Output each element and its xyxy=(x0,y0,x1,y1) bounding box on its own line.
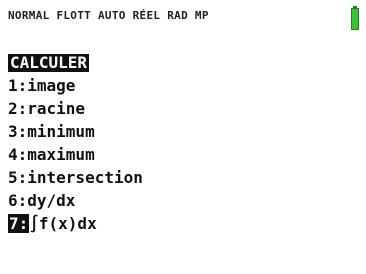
menu-item-label: dy/dx xyxy=(27,191,76,210)
calculate-menu: CALCULER 1:image 2:racine 3:minimum 4:ma… xyxy=(8,53,143,235)
menu-item-label: minimum xyxy=(27,122,95,141)
status-bar: NORMAL FLOTT AUTO RÉEL RAD MP xyxy=(0,0,366,40)
menu-item-number: 5: xyxy=(8,168,28,187)
menu-item-number: 6: xyxy=(8,191,28,210)
menu-item-label: racine xyxy=(27,99,86,118)
menu-item-number: 4: xyxy=(8,145,28,164)
menu-item-label: maximum xyxy=(27,145,95,164)
mode-status-text: NORMAL FLOTT AUTO RÉEL RAD MP xyxy=(8,9,209,22)
menu-item-number: 2: xyxy=(8,99,28,118)
menu-list: 1:image 2:racine 3:minimum 4:maximum 5:i… xyxy=(8,74,143,235)
menu-item-image[interactable]: 1:image xyxy=(8,74,143,97)
menu-item-minimum[interactable]: 3:minimum xyxy=(8,120,143,143)
menu-item-racine[interactable]: 2:racine xyxy=(8,97,143,120)
menu-item-label: intersection xyxy=(27,168,143,187)
menu-item-number: 3: xyxy=(8,122,28,141)
menu-item-integral[interactable]: 7:∫f(x)dx xyxy=(8,212,143,235)
menu-title: CALCULER xyxy=(8,53,90,72)
menu-item-dy-dx[interactable]: 6:dy/dx xyxy=(8,189,143,212)
menu-item-number: 1: xyxy=(8,76,28,95)
menu-item-intersection[interactable]: 5:intersection xyxy=(8,166,143,189)
menu-item-number-selected: 7: xyxy=(8,214,30,233)
menu-item-maximum[interactable]: 4:maximum xyxy=(8,143,143,166)
battery-icon xyxy=(351,6,359,30)
menu-item-label: image xyxy=(27,76,76,95)
menu-item-label: ∫f(x)dx xyxy=(29,214,97,233)
